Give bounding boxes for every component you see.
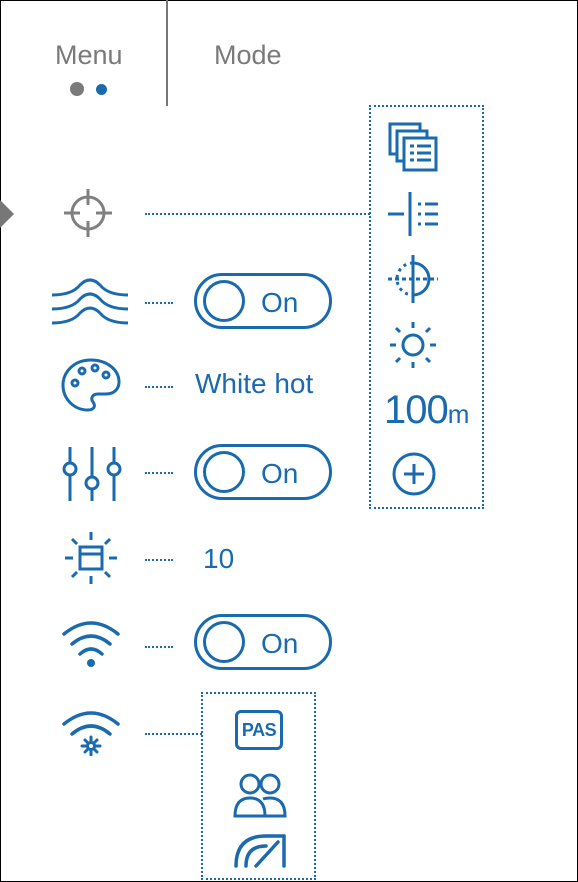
tab-divider <box>166 0 168 106</box>
toggle-knob <box>203 621 245 663</box>
page-dot-inactive <box>70 82 84 96</box>
wifi-toggle[interactable]: On <box>194 614 332 670</box>
reticle-icon[interactable] <box>62 187 114 239</box>
row-connector <box>145 646 173 648</box>
reticle-connector <box>145 213 370 215</box>
page-dot-active <box>96 84 107 95</box>
row-connector <box>145 386 173 388</box>
sliders-icon[interactable] <box>60 445 124 503</box>
toggle-label: On <box>261 628 299 659</box>
tab-menu[interactable]: Menu <box>55 40 123 71</box>
wifi-icon[interactable] <box>60 618 122 670</box>
zeroing-distance[interactable]: 100m <box>384 388 469 433</box>
reticle-color-icon[interactable] <box>386 253 440 305</box>
toggle-label: On <box>261 287 299 318</box>
tab-mode[interactable]: Mode <box>214 40 282 71</box>
wave-icon[interactable] <box>50 275 130 331</box>
palette-value[interactable]: White hot <box>195 368 313 400</box>
users-icon[interactable] <box>233 772 287 818</box>
pip-icon[interactable] <box>63 530 119 586</box>
brightness-icon[interactable] <box>388 320 438 370</box>
toggle-label: On <box>261 458 299 489</box>
smooth-toggle[interactable]: On <box>194 273 332 329</box>
reticle-type-icon[interactable] <box>386 190 440 238</box>
wifi-settings-connector <box>145 733 202 735</box>
palette-icon[interactable] <box>60 357 122 413</box>
row-connector <box>145 302 173 304</box>
wifi-settings-icon[interactable] <box>60 708 122 756</box>
calibration-toggle[interactable]: On <box>194 444 332 500</box>
row-connector <box>145 472 173 474</box>
row-connector <box>145 559 173 561</box>
pip-value[interactable]: 10 <box>203 543 234 575</box>
toggle-knob <box>203 280 245 322</box>
gallery-icon[interactable] <box>388 122 440 172</box>
add-icon[interactable] <box>391 451 437 497</box>
range-unit: m <box>447 399 470 429</box>
password-icon[interactable]: PAS <box>235 710 283 750</box>
range-value: 100 <box>384 388 449 432</box>
toggle-knob <box>203 451 245 493</box>
pas-label: PAS <box>241 719 277 740</box>
signal-gauge-icon[interactable] <box>232 832 288 868</box>
selection-arrow-icon <box>0 200 14 228</box>
